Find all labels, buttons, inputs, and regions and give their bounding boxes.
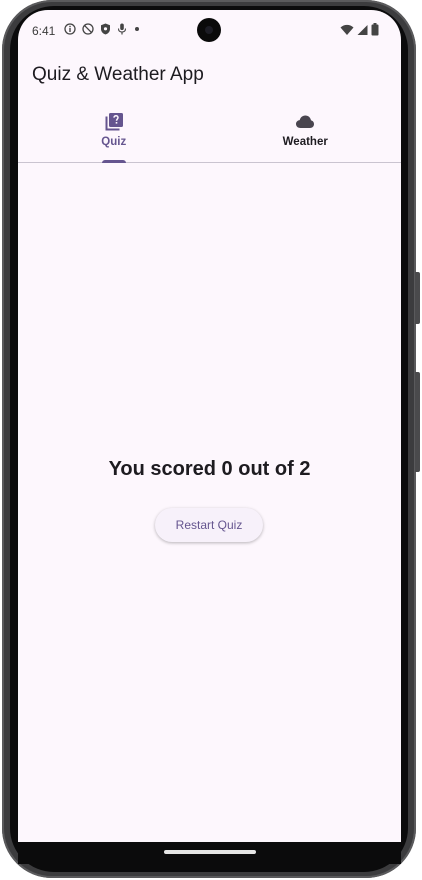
mic-icon [117, 23, 127, 35]
top-app-bar: Quiz & Weather App [18, 58, 401, 98]
app-screen: 6:41 Quiz & Weather App Quiz Weather You… [18, 10, 401, 842]
wifi-icon [340, 23, 354, 41]
status-time: 6:41 [32, 24, 56, 38]
navigation-bar [18, 842, 401, 864]
cloud-icon [295, 112, 315, 132]
power-button [415, 372, 420, 472]
signal-icon [357, 23, 368, 41]
home-gesture-handle[interactable] [164, 850, 256, 854]
quiz-score-text: You scored 0 out of 2 [108, 458, 311, 480]
shield-icon [100, 23, 111, 35]
tab-bar: Quiz Weather [18, 110, 401, 163]
restart-quiz-button[interactable]: Restart Quiz [155, 508, 263, 542]
battery-icon [371, 23, 379, 41]
dot-icon [133, 23, 141, 35]
no-disturb-icon [82, 23, 94, 35]
status-system-icons [340, 23, 379, 41]
app-title: Quiz & Weather App [32, 64, 204, 85]
tab-weather-label: Weather [282, 136, 328, 148]
tab-quiz-label: Quiz [101, 136, 127, 148]
info-icon [64, 23, 76, 35]
status-bar: 6:41 [18, 10, 401, 50]
tab-quiz[interactable]: Quiz [18, 110, 210, 163]
front-camera [197, 18, 221, 42]
quiz-icon [104, 112, 124, 132]
active-tab-indicator [101, 160, 126, 163]
status-notification-icons [64, 23, 141, 35]
volume-button [415, 272, 420, 324]
device: 6:41 Quiz & Weather App Quiz Weather You… [0, 0, 422, 880]
tab-weather[interactable]: Weather [210, 110, 402, 162]
